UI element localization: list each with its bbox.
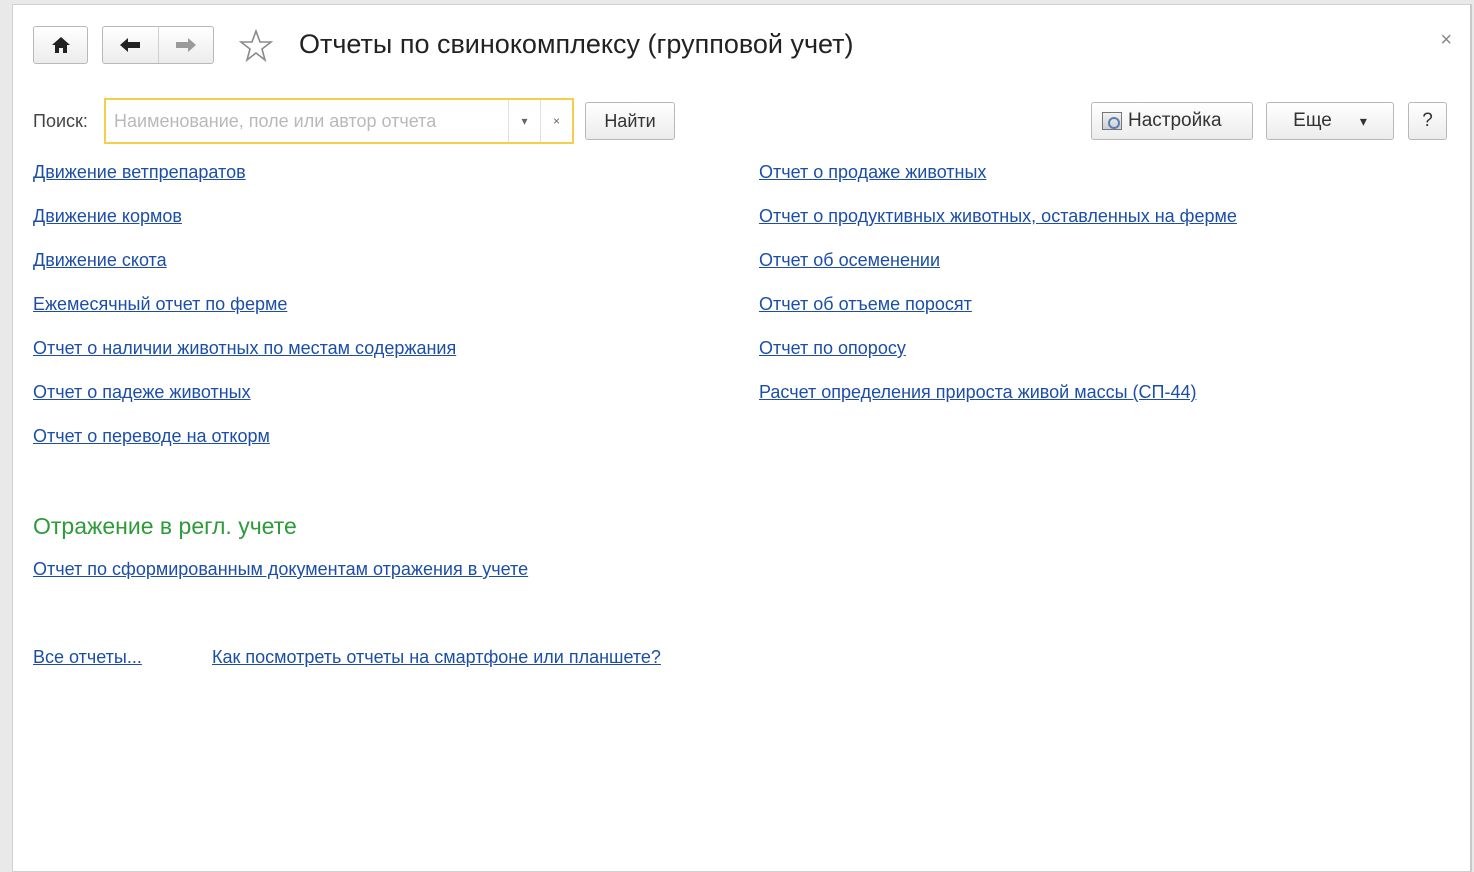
search-input[interactable] [106,100,508,142]
settings-icon [1102,112,1122,130]
report-link[interactable]: Отчет о продаже животных [759,162,986,183]
navigation-buttons [102,26,214,64]
home-icon [51,37,70,53]
report-link[interactable]: Отчет о падеже животных [33,382,251,403]
star-icon[interactable] [239,29,273,63]
report-link[interactable]: Отчет по опоросу [759,338,906,359]
report-link[interactable]: Отчет об осеменении [759,250,940,271]
search-dropdown-icon[interactable]: ▾ [508,100,540,142]
search-clear-icon[interactable]: × [540,100,572,142]
report-link[interactable]: Движение ветпрепаратов [33,162,246,183]
report-link[interactable]: Отчет об отъеме поросят [759,294,972,315]
search-label: Поиск: [33,111,88,131]
all-reports-link[interactable]: Все отчеты... [33,647,142,668]
title-bar: Отчеты по свинокомплексу (групповой учет… [13,5,1470,85]
search-field: ▾ × [104,98,574,144]
chevron-down-icon: ▾ [1359,112,1367,129]
arrow-right-icon [175,38,196,52]
more-label: Еще [1293,110,1332,131]
settings-label: Настройка [1128,110,1222,131]
report-link[interactable]: Движение кормов [33,206,182,227]
settings-button[interactable]: Настройка [1091,102,1253,140]
arrow-left-icon [120,38,141,52]
page-title: Отчеты по свинокомплексу (групповой учет… [299,29,854,59]
section-title: Отражение в регл. учете [33,513,297,539]
report-link[interactable]: Движение скота [33,250,167,271]
forward-button[interactable] [157,27,214,63]
report-link[interactable]: Расчет определения прироста живой массы … [759,382,1196,403]
back-button[interactable] [103,27,158,63]
close-icon[interactable]: × [1440,29,1452,52]
mobile-help-link[interactable]: Как посмотреть отчеты на смартфоне или п… [212,647,661,668]
report-link[interactable]: Ежемесячный отчет по ферме [33,294,287,315]
report-link[interactable]: Отчет о продуктивных животных, оставленн… [759,206,1237,227]
find-button[interactable]: Найти [585,102,675,140]
report-link[interactable]: Отчет о переводе на откорм [33,426,270,447]
report-link[interactable]: Отчет по сформированным документам отраж… [33,559,528,580]
report-link[interactable]: Отчет о наличии животных по местам содер… [33,338,456,359]
home-button[interactable] [33,26,88,64]
more-button[interactable]: Еще ▾ [1266,102,1394,140]
report-panel-window: Отчеты по свинокомплексу (групповой учет… [12,4,1472,872]
help-button[interactable]: ? [1408,102,1447,140]
